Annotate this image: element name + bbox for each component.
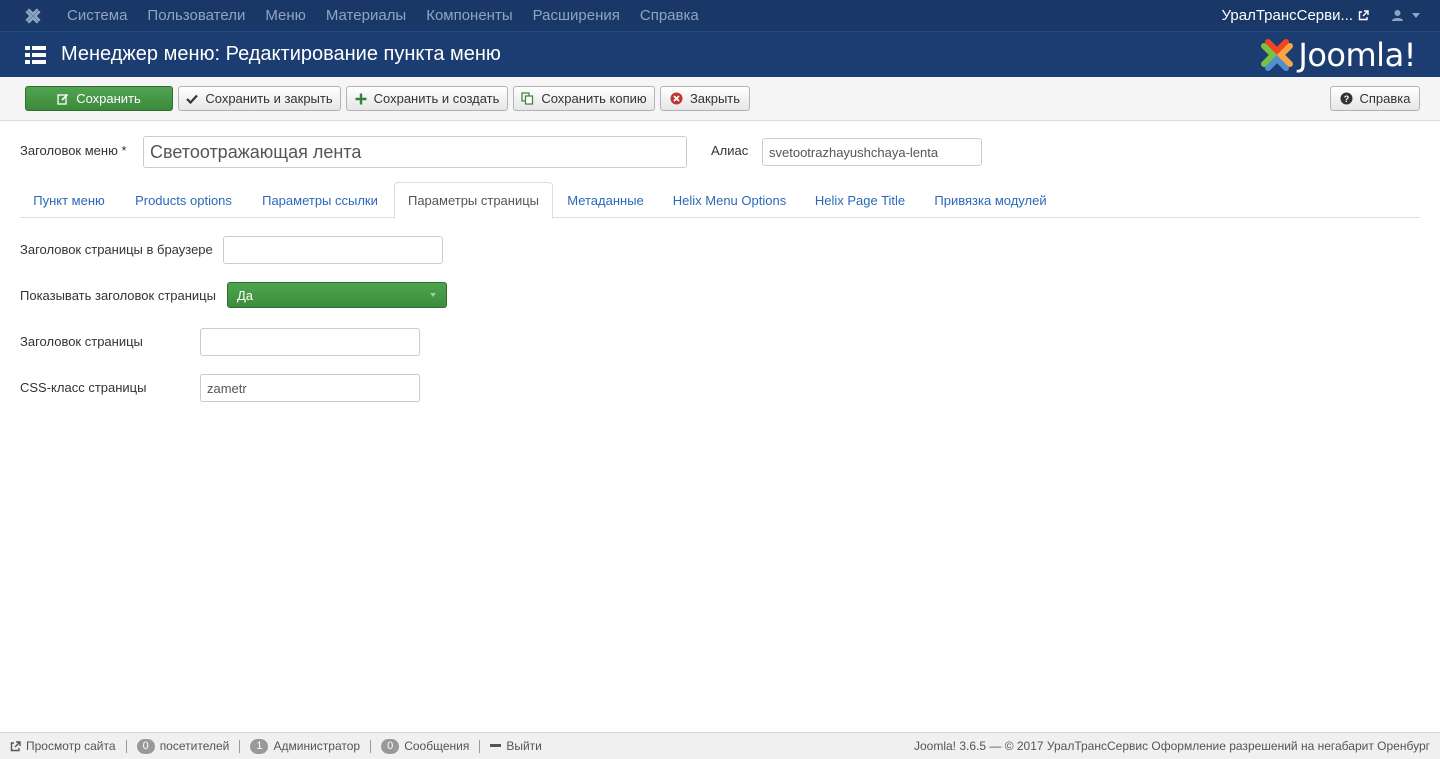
save-copy-label: Сохранить копию [541,91,647,106]
minus-icon [490,744,502,747]
cancel-icon [670,92,683,105]
tab-link-params[interactable]: Параметры ссылки [249,182,391,218]
status-bar: Просмотр сайта 0 посетителей 1 Администр… [0,732,1440,759]
menu-extensions[interactable]: Расширения [533,7,620,24]
page-heading-input[interactable] [200,328,420,356]
save-button[interactable]: Сохранить [25,86,173,111]
messages-badge: 0 [381,738,400,754]
toolbar: Сохранить Сохранить и закрыть Сохранить … [0,77,1440,121]
admins-label: Администратор [273,738,361,753]
joomla-brand: Joomla! [1258,36,1416,74]
tab-products-options[interactable]: Products options [120,182,247,218]
copy-icon [521,92,534,105]
alias-input[interactable]: svetootrazhayushchaya-lenta [762,138,982,166]
menu-help[interactable]: Справка [640,7,699,24]
help-button[interactable]: ? Справка [1330,86,1420,111]
admins-badge: 1 [250,738,269,754]
menu-title-label: Заголовок меню * [20,143,127,158]
browser-title-input[interactable] [223,236,443,264]
show-heading-select[interactable]: Да [227,282,447,308]
view-site-label: Просмотр сайта [26,738,116,753]
messages-link[interactable]: 0 Сообщения [371,738,481,754]
tab-menu-item[interactable]: Пункт меню [20,182,118,218]
help-label: Справка [1359,91,1411,106]
view-site-link[interactable]: Просмотр сайта [0,738,127,753]
menu-menus[interactable]: Меню [265,7,306,24]
close-button[interactable]: Закрыть [660,86,750,111]
menu-users[interactable]: Пользователи [147,7,245,24]
tab-metadata[interactable]: Метаданные [555,182,656,218]
page-heading-label: Заголовок страницы [20,334,143,349]
alias-label: Алиас [711,143,749,158]
visitors-badge: 0 [136,738,155,754]
menu-content[interactable]: Материалы [326,7,406,24]
logout-label: Выйти [506,738,542,753]
tab-module-assignment[interactable]: Привязка модулей [919,182,1062,218]
visitors-label: посетителей [159,738,230,753]
admins-link[interactable]: 1 Администратор [240,738,372,754]
chevron-down-icon [430,293,436,297]
css-class-input[interactable]: zametr [200,374,420,402]
save-new-label: Сохранить и создать [373,91,500,106]
external-link-icon [1358,10,1369,21]
close-label: Закрыть [689,91,741,106]
visitors-link[interactable]: 0 посетителей [127,738,241,754]
user-menu[interactable] [1391,9,1420,22]
save-close-button[interactable]: Сохранить и закрыть [178,86,341,111]
svg-text:?: ? [1343,94,1349,104]
top-navbar: Система Пользователи Меню Материалы Комп… [0,0,1440,31]
save-label: Сохранить [76,91,141,106]
menu-components[interactable]: Компоненты [426,7,512,24]
footer-copyright: Joomla! 3.6.5 — © 2017 УралТрансСервис О… [914,739,1430,753]
logout-link[interactable]: Выйти [480,738,552,753]
joomla-brand-icon [1261,39,1294,71]
menu-system[interactable]: Система [67,7,127,24]
joomla-brand-text: Joomla! [1298,36,1416,74]
page-header: Менеджер меню: Редактирование пункта мен… [0,31,1440,77]
edit-icon [57,93,69,105]
check-icon [186,94,199,104]
show-heading-value: Да [237,287,254,303]
caret-down-icon [1412,13,1420,18]
list-icon [25,45,46,64]
menu-title-input[interactable]: Светоотражающая лента [143,136,687,168]
plus-icon [355,93,367,104]
tab-helix-page-title[interactable]: Helix Page Title [803,182,917,218]
question-circle-icon: ? [1340,92,1352,105]
page-title: Менеджер меню: Редактирование пункта мен… [61,43,501,65]
tab-page-params[interactable]: Параметры страницы [394,182,553,219]
css-class-label: CSS-класс страницы [20,380,147,395]
external-link-icon [10,740,21,751]
browser-title-label: Заголовок страницы в браузере [20,242,213,257]
save-copy-button[interactable]: Сохранить копию [513,86,655,111]
messages-label: Сообщения [404,738,470,753]
save-close-label: Сохранить и закрыть [205,91,333,106]
save-new-button[interactable]: Сохранить и создать [346,86,508,111]
tab-bar: Пункт меню Products options Параметры сс… [20,182,1420,219]
site-name-link[interactable]: УралТрансСерви... [1222,7,1369,24]
site-name: УралТрансСерви... [1221,7,1353,24]
joomla-logo-icon[interactable] [13,0,53,31]
tab-helix-menu-options[interactable]: Helix Menu Options [658,182,801,218]
show-heading-label: Показывать заголовок страницы [20,288,216,303]
user-icon [1392,10,1403,21]
